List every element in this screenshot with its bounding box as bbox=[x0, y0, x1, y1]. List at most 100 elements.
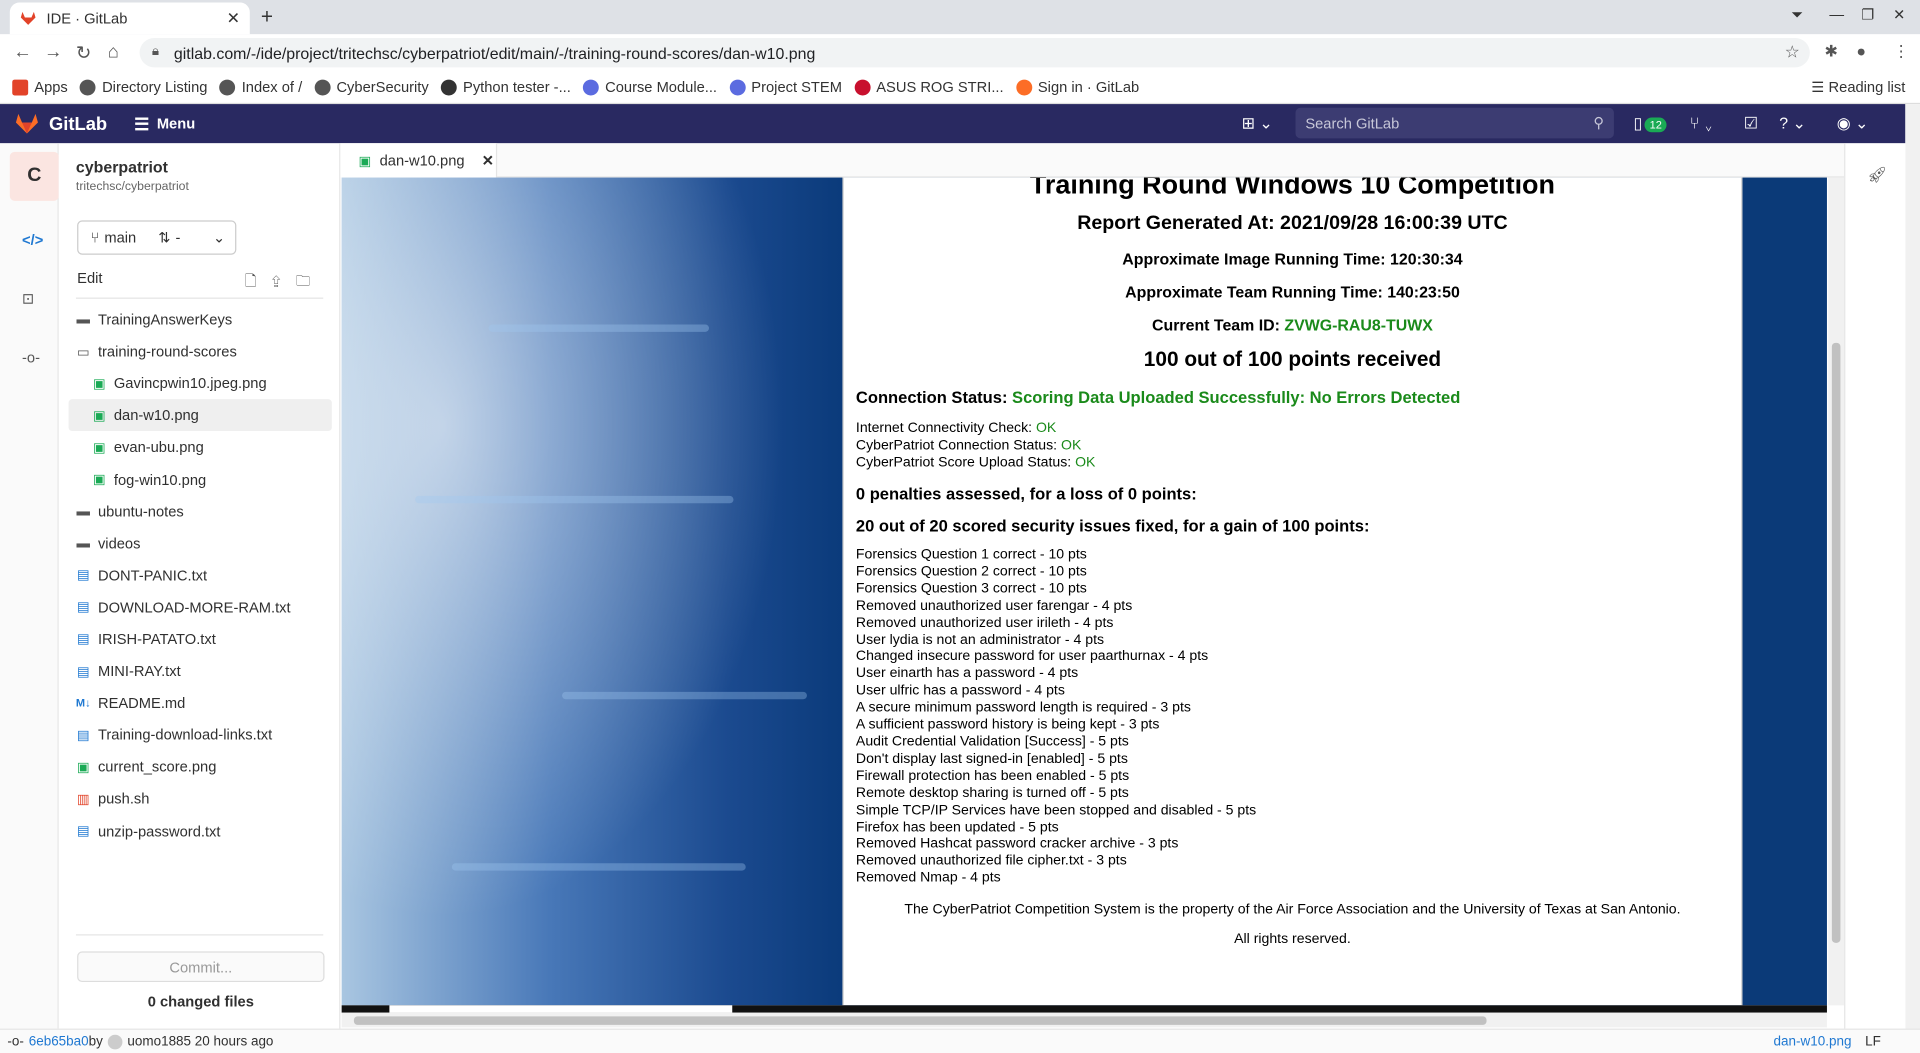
edit-mode-icon[interactable]: </> bbox=[22, 231, 43, 248]
project-path: tritechsc/cyberpatriot bbox=[75, 180, 189, 194]
changed-files-count: 0 changed files bbox=[147, 993, 254, 1011]
tree-folder[interactable]: ▬ TrainingAnswerKeys bbox=[69, 304, 332, 336]
commit-sha[interactable]: 6eb65ba0 bbox=[29, 1035, 89, 1050]
tree-file[interactable]: ▤ DONT-PANIC.txt bbox=[69, 559, 332, 591]
new-tab-button[interactable]: + bbox=[261, 5, 273, 29]
forward-icon[interactable]: → bbox=[44, 42, 62, 63]
todo-icon[interactable]: ▯ 12 bbox=[1633, 114, 1667, 134]
new-file-icon[interactable]: 🗋 bbox=[245, 272, 272, 289]
reload-icon[interactable]: ↻ bbox=[76, 42, 91, 64]
close-tab-icon[interactable]: ✕ bbox=[227, 9, 240, 29]
txt-file-icon: ▤ bbox=[76, 824, 90, 839]
review-mode-icon[interactable]: ⊡ bbox=[22, 290, 34, 307]
browser-tabstrip: IDE · GitLab ✕ + ⏷ — ❐ ✕ bbox=[0, 0, 1920, 35]
profile-icon[interactable]: ● bbox=[1856, 42, 1866, 60]
minimize-icon[interactable]: — bbox=[1829, 6, 1844, 23]
gitlab-logo[interactable]: GitLab bbox=[15, 113, 107, 135]
reading-list[interactable]: ☰ Reading list bbox=[1811, 78, 1905, 95]
back-icon[interactable]: ← bbox=[13, 42, 31, 63]
tree-file[interactable]: ▣ evan-ubu.png bbox=[69, 431, 332, 463]
help-icon[interactable]: ? ⌄ bbox=[1779, 114, 1806, 134]
tree-file[interactable]: ▣ fog-win10.png bbox=[69, 463, 332, 495]
scrollbar-thumb[interactable] bbox=[353, 1016, 1487, 1025]
browser-tab[interactable]: IDE · GitLab ✕ bbox=[9, 2, 250, 35]
txt-file-icon: ▤ bbox=[76, 664, 90, 680]
project-avatar[interactable]: C bbox=[9, 151, 59, 201]
code-streak bbox=[562, 691, 807, 700]
close-window-icon[interactable]: ✕ bbox=[1893, 6, 1905, 23]
tree-file[interactable]: ▤ DOWNLOAD-MORE-RAM.txt bbox=[69, 591, 332, 623]
tree-file[interactable]: M↓ README.md bbox=[69, 687, 332, 719]
tree-file[interactable]: ▤ IRISH-PATATO.txt bbox=[69, 623, 332, 655]
report-footer: The CyberPatriot Competition System is t… bbox=[904, 902, 1681, 918]
bookmark-star-icon[interactable]: ☆ bbox=[1785, 42, 1800, 63]
home-icon[interactable]: ⌂ bbox=[108, 42, 119, 63]
bookmark-item[interactable]: Sign in · GitLab bbox=[1015, 78, 1140, 96]
bookmark-label: Project STEM bbox=[751, 78, 842, 96]
project-name: cyberpatriot bbox=[75, 157, 168, 177]
bookmark-item[interactable]: ASUS ROG STRI... bbox=[854, 78, 1004, 96]
status-filename[interactable]: dan-w10.png bbox=[1774, 1035, 1852, 1050]
tree-file[interactable]: ▣ dan-w10.png bbox=[68, 399, 332, 432]
bookmark-item[interactable]: Index of / bbox=[219, 78, 302, 96]
search-input[interactable]: Search GitLab ⚲ bbox=[1295, 107, 1614, 139]
url-field[interactable]: 🔒︎ gitlab.com/-/ide/project/tritechsc/cy… bbox=[139, 37, 1810, 68]
browser-menu-icon[interactable]: ⋮ bbox=[1893, 42, 1909, 62]
bookmark-item[interactable]: CyberSecurity bbox=[314, 78, 429, 96]
tree-file[interactable]: ▣ Gavincpwin10.jpeg.png bbox=[69, 368, 332, 400]
bookmark-item[interactable]: Project STEM bbox=[729, 78, 842, 96]
bookmark-item[interactable]: Directory Listing bbox=[80, 78, 208, 96]
scrollbar-thumb[interactable] bbox=[1831, 342, 1841, 943]
extensions-icon[interactable]: ✱ bbox=[1825, 42, 1838, 62]
bookmark-label: Sign in · GitLab bbox=[1037, 78, 1140, 96]
tree-item-label: DONT-PANIC.txt bbox=[97, 566, 208, 584]
tree-folder[interactable]: ▬ ubuntu-notes bbox=[69, 495, 332, 527]
tree-file[interactable]: ▣ current_score.png bbox=[69, 751, 332, 783]
commit-icon: -o- bbox=[7, 1034, 24, 1050]
bookmark-item[interactable]: Python tester -... bbox=[440, 78, 571, 96]
check-list: Internet Connectivity Check: OK CyberPatr… bbox=[856, 420, 1729, 471]
tree-item-label: evan-ubu.png bbox=[113, 438, 204, 457]
page-scrollbar[interactable] bbox=[1905, 104, 1920, 1053]
check-label: Internet Connectivity Check: bbox=[855, 421, 1036, 436]
connection-status-value: Scoring Data Uploaded Successfully: No E… bbox=[1012, 388, 1461, 407]
tree-file[interactable]: ▤ MINI-RAY.txt bbox=[69, 655, 332, 687]
profile-dropdown-icon[interactable]: ⏷ bbox=[1791, 6, 1803, 24]
tree-file[interactable]: ▤ unzip-password.txt bbox=[69, 815, 332, 847]
divider bbox=[75, 934, 324, 936]
commit-mode-icon[interactable]: -o- bbox=[22, 349, 40, 366]
bookmark-item[interactable]: Apps bbox=[12, 78, 68, 96]
maximize-icon[interactable]: ❐ bbox=[1861, 6, 1874, 23]
branch-selector[interactable]: ⑂ main ⇅ - ⌄ bbox=[77, 220, 237, 255]
commit-by: by bbox=[88, 1034, 103, 1050]
bookmark-item[interactable]: Course Module... bbox=[583, 78, 717, 96]
viewer-horizontal-scrollbar[interactable] bbox=[341, 1012, 1827, 1028]
tree-file[interactable]: ▥ push.sh bbox=[69, 783, 332, 815]
folder-icon: ▬ bbox=[76, 535, 91, 551]
tree-folder[interactable]: ▭ training-round-scores bbox=[69, 336, 332, 368]
upload-icon[interactable]: ⇪ bbox=[271, 272, 295, 289]
commit-button[interactable]: Commit... bbox=[77, 951, 325, 983]
new-folder-icon[interactable]: 🗀 bbox=[296, 272, 325, 289]
merge-requests-icon[interactable]: ⑂ ⌄ bbox=[1690, 114, 1714, 132]
check-label: CyberPatriot Connection Status: bbox=[855, 438, 1062, 454]
editor-tab-dan-w10[interactable]: ▣ dan-w10.png ✕ bbox=[340, 143, 498, 178]
bookmark-favicon-icon bbox=[80, 78, 96, 95]
connection-status: Connection Status: Scoring Data Uploaded… bbox=[856, 388, 1729, 406]
menu-button[interactable]: ☰ Menu bbox=[134, 113, 195, 134]
bookmark-label: Directory Listing bbox=[102, 78, 208, 96]
scored-item: Audit Credential Validation [Success] - … bbox=[855, 734, 1129, 750]
tree-folder[interactable]: ▬ videos bbox=[69, 527, 332, 559]
project-header[interactable]: cyberpatriot tritechsc/cyberpatriot bbox=[76, 158, 189, 194]
close-editor-tab-icon[interactable]: ✕ bbox=[482, 152, 494, 169]
tree-file[interactable]: ▤ Training-download-links.txt bbox=[69, 719, 332, 751]
bookmark-favicon-icon bbox=[440, 78, 457, 95]
issues-icon[interactable]: ☑ bbox=[1744, 114, 1758, 134]
user-avatar-icon[interactable]: ◉ ⌄ bbox=[1837, 114, 1869, 134]
team-id-row: Current Team ID: ZVWG-RAU8-TUWX bbox=[856, 316, 1729, 334]
new-item-icon[interactable]: ⊞ ⌄ bbox=[1242, 114, 1273, 134]
pipeline-rocket-icon[interactable]: 🚀︎ bbox=[1867, 165, 1887, 185]
reading-list-label: Reading list bbox=[1828, 78, 1906, 96]
viewer-vertical-scrollbar[interactable] bbox=[1828, 177, 1845, 1006]
image-bottom-highlight bbox=[389, 1005, 733, 1013]
